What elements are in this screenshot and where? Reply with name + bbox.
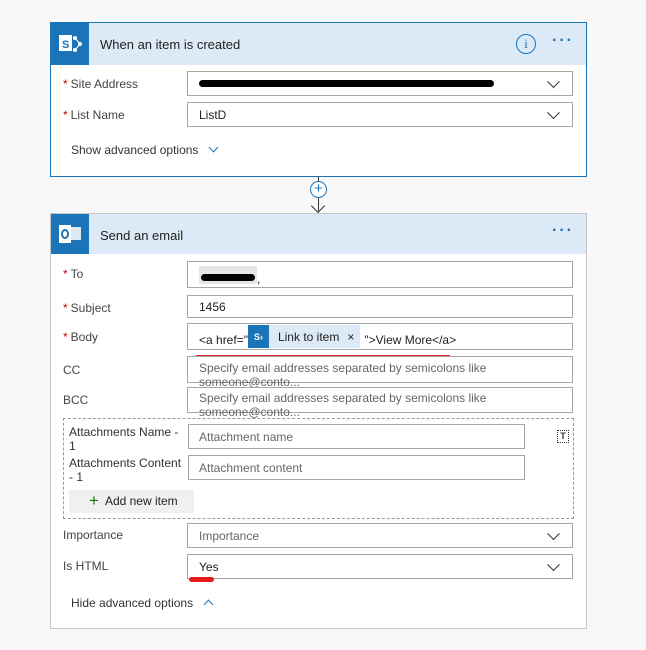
plus-icon: + [89, 491, 99, 510]
chevron-down-icon [547, 526, 560, 540]
list-name-value: ListD [199, 107, 227, 122]
add-step-icon[interactable]: + [310, 181, 327, 198]
link-to-item-token[interactable]: S› Link to item × [247, 325, 361, 348]
to-label: * To [63, 267, 84, 281]
subject-value: 1456 [199, 299, 226, 314]
sharepoint-icon: S [51, 23, 89, 65]
body-text-prefix: <a href=" [199, 332, 248, 347]
trigger-title: When an item is created [100, 37, 241, 52]
arrow-down-icon [310, 198, 326, 214]
svg-text:S: S [62, 39, 69, 51]
body-label: * Body [63, 330, 99, 344]
chevron-down-icon [208, 142, 219, 153]
is-html-value: Yes [199, 559, 219, 574]
sharepoint-icon: S› [247, 325, 269, 348]
attachment-name-label: Attachments Name - 1 [69, 425, 179, 453]
send-email-title: Send an email [100, 228, 184, 243]
site-address-dropdown[interactable] [187, 71, 573, 96]
send-email-header[interactable]: Send an email ··· [51, 214, 586, 254]
is-html-label: Is HTML [63, 559, 109, 573]
send-email-card: Send an email ··· * To , * Subject 1456 * B… [50, 213, 587, 629]
importance-dropdown[interactable]: Importance [187, 523, 573, 548]
trigger-card: S When an item is created i ··· * Site Ad… [50, 22, 587, 177]
body-field[interactable]: <a href=" S› Link to item × ">View More<… [187, 323, 573, 350]
list-name-label: * List Name [63, 108, 125, 122]
attachment-content-label: Attachments Content - 1 [69, 456, 182, 484]
show-advanced-options[interactable]: Show advanced options [71, 142, 219, 157]
chevron-down-icon [547, 105, 560, 119]
bcc-field[interactable]: Specify email addresses separated by sem… [187, 387, 573, 419]
subject-label: * Subject [63, 301, 111, 315]
annotation-underline [189, 577, 214, 582]
list-name-dropdown[interactable]: ListD [187, 102, 573, 127]
add-new-item-button[interactable]: + Add new item [69, 490, 194, 513]
hide-advanced-options[interactable]: Hide advanced options [71, 596, 214, 610]
token-label: Link to item [277, 329, 340, 344]
redacted-value [199, 265, 257, 284]
cc-label: CC [63, 363, 81, 377]
site-address-label: * Site Address [63, 77, 139, 91]
is-html-dropdown[interactable]: Yes [187, 554, 573, 579]
trigger-header[interactable]: S When an item is created i ··· [51, 23, 586, 65]
attachment-content-input[interactable]: Attachment content [188, 455, 525, 480]
chevron-up-icon [203, 599, 214, 610]
body-text-suffix: ">View More</a> [364, 332, 457, 347]
token-close-icon[interactable]: × [347, 330, 354, 344]
attachment-name-input[interactable]: Attachment name [188, 424, 525, 449]
info-icon[interactable]: i [516, 34, 536, 54]
importance-label: Importance [63, 528, 124, 542]
cc-field[interactable]: Specify email addresses separated by sem… [187, 356, 573, 389]
delete-item-icon[interactable]: T [557, 430, 569, 443]
more-options-icon[interactable]: ··· [552, 32, 574, 50]
chevron-down-icon [547, 557, 560, 571]
attachments-group: Attachments Name - 1 Attachment name Att… [63, 418, 574, 519]
subject-field[interactable]: 1456 [187, 295, 573, 318]
redacted-value [199, 80, 494, 87]
more-options-icon[interactable]: ··· [552, 222, 574, 240]
to-field[interactable]: , [187, 261, 573, 288]
outlook-icon [51, 214, 89, 254]
bcc-label: BCC [63, 393, 89, 407]
chevron-down-icon [547, 74, 560, 88]
